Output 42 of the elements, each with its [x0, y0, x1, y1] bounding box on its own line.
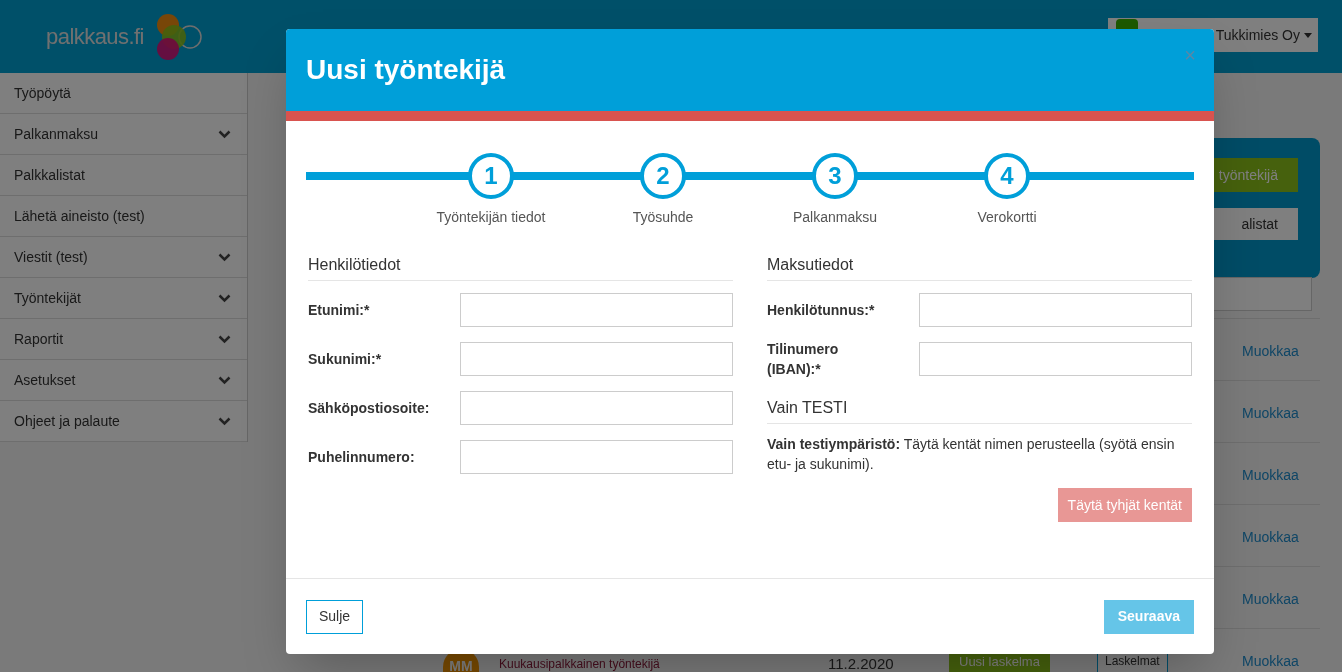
- sidebar-item[interactable]: Asetukset: [0, 360, 247, 401]
- employee-type: Kuukausipalkkainen työntekijä: [499, 657, 660, 671]
- step-label: Työsuhde: [631, 208, 695, 227]
- sidebar-item[interactable]: Ohjeet ja palaute: [0, 401, 247, 442]
- field-label: Etunimi:*: [308, 301, 371, 320]
- sidebar-item[interactable]: Työntekijät: [0, 278, 247, 319]
- sidebar-item[interactable]: Lähetä aineisto (test): [0, 196, 247, 237]
- field-label: Sähköpostiosoite:: [308, 399, 431, 418]
- date-text: 11.2.2020: [828, 655, 894, 672]
- caret-icon: [1304, 32, 1312, 38]
- edit-link[interactable]: Muokkaa: [1242, 403, 1299, 424]
- sidebar-item[interactable]: Palkanmaksu: [0, 114, 247, 155]
- section-heading: Henkilötiedot: [308, 253, 733, 281]
- section-heading: Maksutiedot: [767, 253, 1192, 281]
- input-field[interactable]: [460, 293, 733, 327]
- input-field[interactable]: [460, 440, 733, 474]
- input-field[interactable]: [460, 342, 733, 376]
- section-heading: Vain TESTI: [767, 396, 1192, 424]
- sidebar-item[interactable]: Palkkalistat: [0, 155, 247, 196]
- field-label: Puhelinnumero:: [308, 448, 416, 467]
- dialog-title: Uusi työntekijä: [306, 53, 506, 87]
- close-dialog-button[interactable]: Sulje: [306, 599, 364, 634]
- edit-link[interactable]: Muokkaa: [1242, 651, 1299, 672]
- sidebar-item[interactable]: Viestit (test): [0, 237, 247, 278]
- input-field[interactable]: [460, 391, 733, 425]
- field-label: Henkilötunnus:*: [767, 301, 876, 320]
- input-field[interactable]: [919, 293, 1192, 327]
- logo-text: palkkaus.fi: [46, 23, 144, 51]
- step-label: Verokortti: [976, 208, 1038, 227]
- input-field[interactable]: [919, 342, 1192, 376]
- field-label: Sukunimi:*: [308, 350, 383, 369]
- edit-link[interactable]: Muokkaa: [1242, 465, 1299, 486]
- company-name: Tukkimies Oy: [1215, 25, 1300, 45]
- field-label: Tilinumero (IBAN):*: [767, 340, 840, 379]
- sidebar-item[interactable]: Raportit: [0, 319, 247, 360]
- sidebar-item[interactable]: Työpöytä: [0, 73, 247, 114]
- edit-link[interactable]: Muokkaa: [1242, 589, 1299, 610]
- edit-link[interactable]: Muokkaa: [1242, 527, 1299, 548]
- step-label: Palkanmaksu: [791, 208, 878, 227]
- step-label: Työntekijän tiedot: [435, 208, 547, 227]
- edit-link[interactable]: Muokkaa: [1242, 341, 1299, 362]
- test-note: Vain testiympäristö: Täytä kentät nimen perusteella (syötä ensin etu- ja sukunimi).: [767, 435, 1176, 474]
